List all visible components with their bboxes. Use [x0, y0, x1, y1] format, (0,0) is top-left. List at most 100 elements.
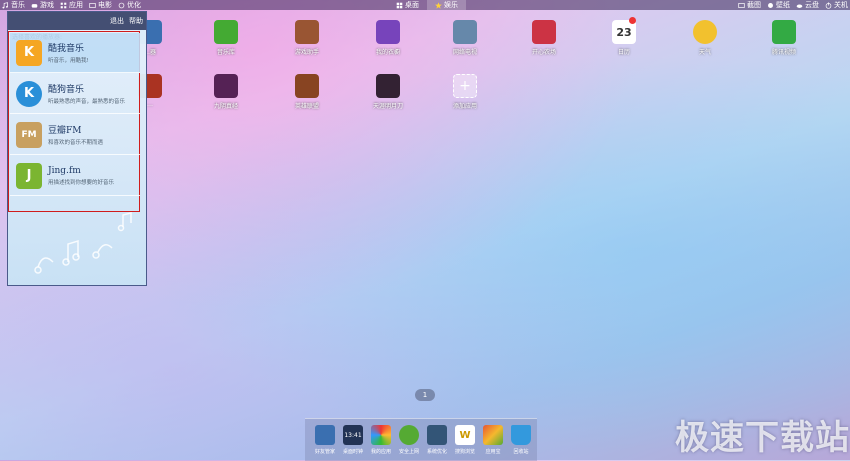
- menu-games-label: 游戏: [40, 1, 54, 9]
- sun-icon: [693, 20, 717, 44]
- cube-icon: [483, 425, 503, 445]
- panel-help-button[interactable]: 帮助: [129, 16, 143, 26]
- dock-label: 回收站: [513, 449, 529, 455]
- desktop-icon-label: 天涯明月刀: [372, 103, 403, 110]
- desktop-icon-farm[interactable]: 开心农场: [524, 20, 564, 56]
- desktop-icon-label: 日历: [617, 49, 630, 56]
- music-player-panel: 退出 帮助 选择喜欢的播放器: K 酷我音乐听音乐，用酷我! K 酷狗音乐听最熟…: [7, 11, 147, 286]
- dock-item-optimize[interactable]: 系统优化: [425, 425, 449, 455]
- dock-item-appstore[interactable]: 应用宝: [481, 425, 505, 455]
- dock-item-friends[interactable]: 好友管家: [313, 425, 337, 455]
- menu-movies[interactable]: 电影: [89, 0, 112, 10]
- notification-badge: [629, 17, 636, 24]
- add-app-button[interactable]: + 添加应用: [445, 74, 485, 110]
- desktop-icon-label: 网络电视: [452, 49, 477, 56]
- cloud-icon: [796, 3, 803, 8]
- music-note-decoration: [34, 212, 132, 274]
- music-icon: [2, 1, 8, 9]
- desktop-icon-label: 游戏助手: [294, 49, 319, 56]
- desktop-icon-tianya[interactable]: 天涯明月刀: [368, 74, 408, 110]
- plus-icon: +: [453, 74, 477, 98]
- menu-movies-label: 电影: [98, 1, 112, 9]
- desktop-icon-wardrobe[interactable]: 我的衣橱: [368, 20, 408, 56]
- desktop-icon-label: 我的衣橱: [375, 49, 400, 56]
- cloud-app-icon: [772, 20, 796, 44]
- wallpaper-label: 壁纸: [776, 1, 790, 9]
- tab-desktop[interactable]: 桌面: [388, 0, 427, 10]
- menu-music-label: 音乐: [11, 1, 25, 9]
- desktop-icon-tv[interactable]: 网络电视: [445, 20, 485, 56]
- dock-label: 桌面时钟: [342, 449, 363, 455]
- person-icon: [315, 425, 335, 445]
- pinwheel-icon: [371, 425, 391, 445]
- desktop-icon-weather[interactable]: 天气: [685, 20, 725, 56]
- game-icon: [295, 20, 319, 44]
- optimize-icon: [118, 2, 125, 8]
- panel-header: 退出 帮助: [8, 12, 146, 30]
- browser-icon: [399, 425, 419, 445]
- desktop-icon-calendar[interactable]: 23 日历: [604, 17, 644, 56]
- panel-exit-button[interactable]: 退出: [110, 16, 124, 26]
- desktop-tabs: 桌面 娱乐: [388, 0, 466, 10]
- douban-fm-logo-icon: FM: [16, 121, 42, 148]
- player-desc: 用描述找到你想要的好音乐: [48, 179, 115, 186]
- film-icon: [89, 2, 96, 8]
- wallpaper-button[interactable]: 壁纸: [767, 0, 790, 10]
- player-desc: 听最熟悉的声音，最熟悉的音乐: [48, 99, 126, 105]
- desktop-icon-label: 音乐库: [216, 49, 235, 56]
- optimize-tool-icon: [427, 425, 447, 445]
- category-menu: 音乐 游戏 应用 电影 优化: [0, 0, 141, 10]
- player-name: Jing.fm: [48, 165, 81, 176]
- menu-games[interactable]: 游戏: [31, 0, 54, 10]
- cloud-label: 云盘: [805, 1, 819, 9]
- desktop-icon-label: 腾讯视频: [771, 49, 796, 56]
- page-indicator[interactable]: 1: [415, 389, 435, 401]
- system-tools: 截图 壁纸 云盘 关机: [738, 0, 848, 10]
- tab-entertainment[interactable]: 娱乐: [427, 0, 466, 10]
- desktop-icon-music-library[interactable]: 音乐库: [206, 20, 246, 56]
- player-item-kugou[interactable]: K 酷狗音乐 听最熟悉的声音，最熟悉的音乐: [10, 74, 140, 114]
- app-icon: [60, 2, 67, 8]
- windows-icon: [396, 2, 403, 8]
- jingfm-logo-icon: J: [16, 162, 42, 189]
- menu-optimize[interactable]: 优化: [118, 0, 141, 10]
- dock-item-recycle-bin[interactable]: 回收站: [509, 425, 533, 455]
- desktop-icon-game-helper[interactable]: 游戏助手: [287, 20, 327, 56]
- screenshot-button[interactable]: 截图: [738, 0, 761, 10]
- gamepad-icon: [31, 3, 38, 8]
- game-character-icon: [532, 20, 556, 44]
- player-item-jingfm[interactable]: J Jing.fm 用描述找到你想要的好音乐: [10, 156, 140, 196]
- desktop-icon-lol[interactable]: 英雄联盟: [287, 74, 327, 110]
- screenshot-icon: [738, 2, 745, 8]
- shutdown-button[interactable]: 关机: [825, 0, 848, 10]
- dock-item-sogou[interactable]: W 搜狗浏览: [453, 425, 477, 455]
- player-item-kuwo[interactable]: K 酷我音乐 听音乐，用酷我!: [10, 33, 140, 73]
- game-character-icon: [214, 74, 238, 98]
- player-desc: 听音乐，用酷我!: [48, 58, 89, 64]
- dock-item-my-apps[interactable]: 我的应用: [369, 425, 393, 455]
- player-item-douban[interactable]: FM 豆瓣FM 和喜欢的音乐不期而遇: [10, 115, 140, 155]
- star-icon: [435, 1, 442, 9]
- player-desc: 和喜欢的音乐不期而遇: [48, 140, 104, 146]
- desktop-icon-jiuyin[interactable]: 九阴真经: [206, 74, 246, 110]
- dock-bar: 好友管家 13:41 桌面时钟 我的应用 安全上网 系统优化 W 搜狗浏览 应用宝 …: [305, 418, 537, 461]
- game-character-icon: [376, 74, 400, 98]
- menu-apps[interactable]: 应用: [60, 0, 83, 10]
- dock-item-clock[interactable]: 13:41 桌面时钟: [341, 425, 365, 455]
- desktop-icon-video[interactable]: 腾讯视频: [764, 20, 804, 56]
- dock-item-safe-browse[interactable]: 安全上网: [397, 425, 421, 455]
- site-watermark: 极速下载站: [675, 418, 850, 458]
- desktop-icon-label: 九阴真经: [213, 103, 238, 110]
- desktop-icon-label: 开心农场: [531, 49, 556, 56]
- dock-label: 安全上网: [398, 449, 419, 455]
- dock-label: 好友管家: [314, 449, 335, 455]
- dock-label: 搜狗浏览: [454, 449, 475, 455]
- cloud-button[interactable]: 云盘: [796, 0, 819, 10]
- desktop-icon-label: 添加应用: [452, 103, 477, 110]
- shirt-icon: [376, 20, 400, 44]
- tab-entertainment-label: 娱乐: [444, 1, 458, 9]
- menu-music[interactable]: 音乐: [2, 0, 25, 10]
- power-icon: [825, 1, 832, 9]
- music-note-icon: [214, 20, 238, 44]
- menu-optimize-label: 优化: [127, 1, 141, 9]
